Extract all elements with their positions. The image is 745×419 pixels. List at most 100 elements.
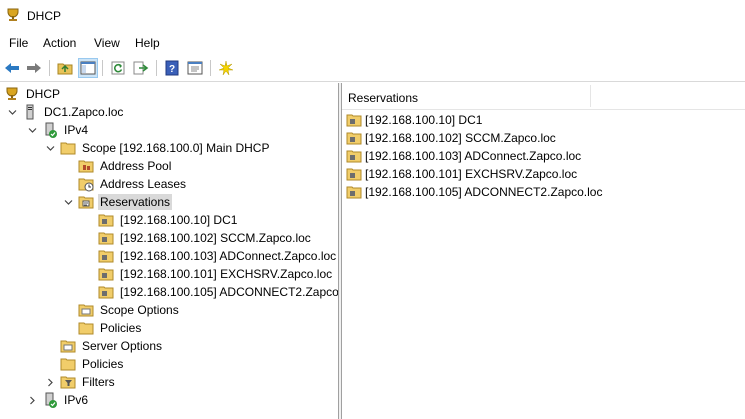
tree-node-address-pool[interactable]: Address Pool [78, 157, 173, 175]
tree-node-policies[interactable]: Policies [60, 355, 125, 373]
reservation-icon [98, 214, 114, 227]
properties-icon [187, 61, 203, 75]
dhcp-icon [6, 87, 18, 100]
export-list-button[interactable] [131, 58, 151, 78]
tree-label: Address Pool [100, 159, 172, 173]
column-divider[interactable] [590, 85, 591, 107]
menu-bar: File Action View Help [0, 33, 745, 53]
reservation-icon [346, 168, 362, 181]
address-leases-icon [78, 178, 94, 192]
menu-view[interactable]: View [94, 36, 120, 50]
chevron-right-icon[interactable] [26, 394, 38, 406]
tree-node-reservation[interactable]: [192.168.100.103] ADConnect.Zapco.loc [98, 247, 338, 265]
address-pool-icon [78, 160, 94, 173]
scope-options-icon [78, 304, 94, 317]
console-tree[interactable]: DHCP DC1.Zapco.loc IPv4 Scope [192.168.1… [0, 83, 338, 419]
list-item[interactable]: [192.168.100.10] DC1 [346, 111, 482, 129]
forward-button[interactable] [24, 58, 44, 78]
show-hide-console-tree-button[interactable] [78, 58, 98, 78]
tree-label: IPv4 [64, 123, 89, 137]
chevron-down-icon[interactable] [62, 196, 74, 208]
reservation-icon [98, 286, 114, 299]
tree-label: DHCP [26, 87, 61, 101]
tree-node-server-options[interactable]: Server Options [60, 337, 164, 355]
tree-label: [192.168.100.101] EXCHSRV.Zapco.loc [120, 267, 333, 281]
window-title: DHCP [27, 9, 62, 23]
tree-node-scope[interactable]: Scope [192.168.100.0] Main DHCP [44, 139, 271, 157]
title-bar: DHCP [0, 0, 745, 32]
help-button[interactable]: ? [162, 58, 182, 78]
tree-label: Server Options [82, 339, 163, 353]
list-item[interactable]: [192.168.100.103] ADConnect.Zapco.loc [346, 147, 581, 165]
tree-node-address-leases[interactable]: Address Leases [78, 175, 188, 193]
new-button[interactable] [216, 58, 236, 78]
list-item[interactable]: [192.168.100.105] ADCONNECT2.Zapco.loc [346, 183, 602, 201]
tree-label: Scope Options [100, 303, 179, 317]
policies-folder-icon [78, 322, 94, 335]
reservations-icon [78, 196, 94, 209]
column-header-reservations[interactable]: Reservations [348, 91, 418, 105]
reservation-icon [346, 132, 362, 145]
tree-label: [192.168.100.103] ADConnect.Zapco.loc [120, 249, 337, 263]
tree-label: Reservations [98, 194, 173, 210]
reservation-icon [346, 114, 362, 127]
menu-help[interactable]: Help [135, 36, 160, 50]
up-folder-icon [57, 63, 73, 75]
reservation-icon [346, 186, 362, 199]
tree-node-scope-options[interactable]: Scope Options [78, 301, 181, 319]
chevron-down-icon[interactable] [44, 142, 56, 154]
list-item[interactable]: [192.168.100.101] EXCHSRV.Zapco.loc [346, 165, 577, 183]
chevron-down-icon[interactable] [6, 106, 18, 118]
tree-node-reservation[interactable]: [192.168.100.10] DC1 [98, 211, 239, 229]
ipv4-ok-icon [45, 122, 57, 138]
tree-label: Policies [100, 321, 142, 335]
list-item-label: [192.168.100.10] DC1 [365, 113, 483, 127]
tree-label: DC1.Zapco.loc [44, 105, 124, 119]
results-list[interactable]: Reservations [192.168.100.10] DC1 [192.1… [342, 83, 745, 419]
tree-node-server[interactable]: DC1.Zapco.loc [6, 103, 125, 121]
toolbar: ? [0, 55, 745, 82]
dhcp-app-icon [7, 8, 19, 21]
refresh-button[interactable] [108, 58, 128, 78]
list-item-label: [192.168.100.105] ADCONNECT2.Zapco.loc [365, 185, 603, 199]
back-button[interactable] [2, 58, 22, 78]
tree-node-filters[interactable]: Filters [44, 373, 117, 391]
toolbar-separator [156, 60, 157, 76]
chevron-down-icon[interactable] [26, 124, 38, 136]
tree-node-reservations[interactable]: Reservations [62, 193, 173, 211]
tree-label: Address Leases [100, 177, 187, 191]
reservation-icon [98, 268, 114, 281]
tree-label: IPv6 [64, 393, 89, 407]
tree-node-ipv6[interactable]: IPv6 [26, 391, 90, 409]
tree-node-scope-policies[interactable]: Policies [78, 319, 143, 337]
policies-folder-icon [60, 358, 76, 371]
back-icon [5, 63, 19, 73]
tree-node-reservation[interactable]: [192.168.100.102] SCCM.Zapco.loc [98, 229, 313, 247]
new-icon [218, 60, 234, 76]
show-hide-tree-icon [80, 61, 96, 75]
list-column-header[interactable]: Reservations [342, 83, 745, 110]
tree-node-reservation[interactable]: [192.168.100.105] ADCONNECT2.Zapco.loc [98, 283, 338, 301]
list-item-label: [192.168.100.102] SCCM.Zapco.loc [365, 131, 556, 145]
up-one-level-button[interactable] [55, 58, 75, 78]
list-item[interactable]: [192.168.100.102] SCCM.Zapco.loc [346, 129, 556, 147]
tree-node-reservation[interactable]: [192.168.100.101] EXCHSRV.Zapco.loc [98, 265, 334, 283]
properties-button[interactable] [185, 58, 205, 78]
list-item-label: [192.168.100.101] EXCHSRV.Zapco.loc [365, 167, 578, 181]
tree-node-dhcp[interactable]: DHCP [4, 85, 62, 103]
server-icon [26, 104, 34, 120]
server-options-icon [60, 340, 76, 353]
menu-file[interactable]: File [9, 36, 28, 50]
tree-node-ipv4[interactable]: IPv4 [26, 121, 90, 139]
refresh-icon [111, 61, 125, 75]
menu-action[interactable]: Action [43, 36, 76, 50]
tree-label: [192.168.100.105] ADCONNECT2.Zapco.loc [120, 285, 338, 299]
reservation-icon [98, 250, 114, 263]
filters-icon [60, 376, 76, 389]
tree-label: [192.168.100.10] DC1 [120, 213, 238, 227]
toolbar-separator [49, 60, 50, 76]
reservation-icon [346, 150, 362, 163]
toolbar-separator [210, 60, 211, 76]
tree-label: Scope [192.168.100.0] Main DHCP [82, 141, 270, 155]
chevron-right-icon[interactable] [44, 376, 56, 388]
